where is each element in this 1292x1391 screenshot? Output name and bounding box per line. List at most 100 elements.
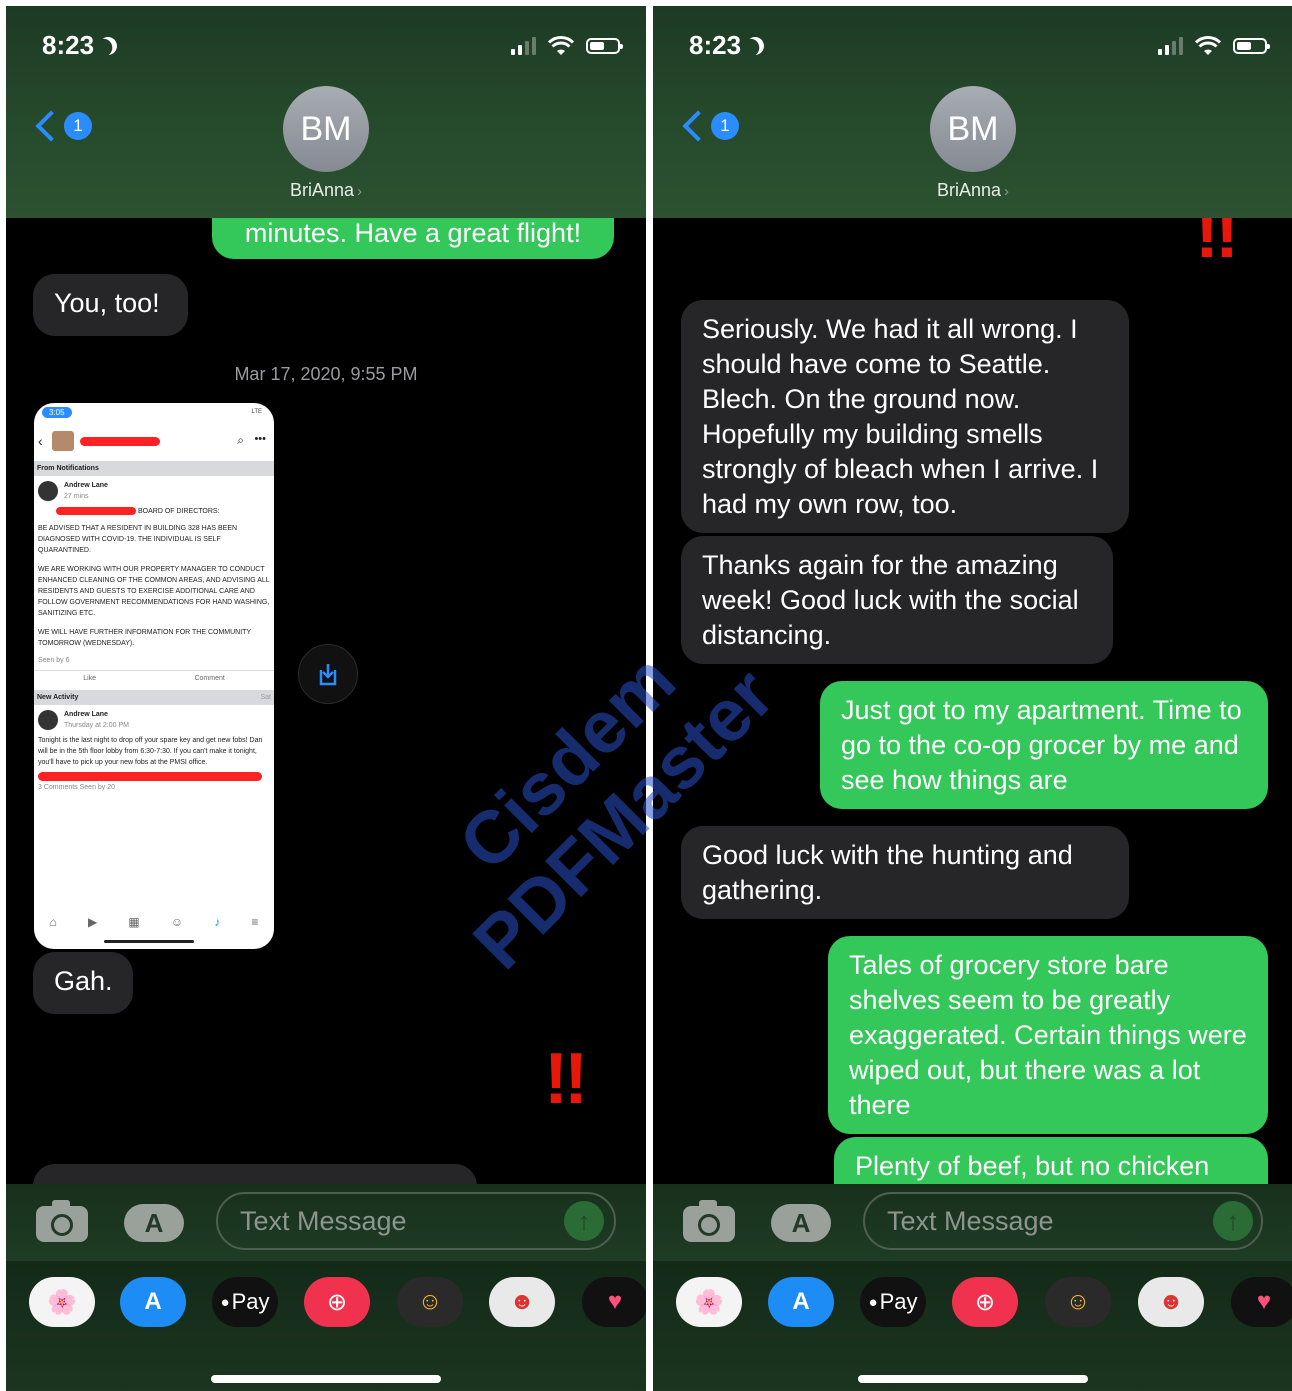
marketplace-icon: ▦ [128,915,140,929]
post-author: Andrew Lane [64,482,108,489]
chevron-right-icon: › [357,183,363,200]
post: Andrew Lane Thursday at 2:00 PM Tonight i… [34,705,274,797]
chevron-left-icon [682,110,714,142]
like-label: Like [83,675,97,682]
message-input[interactable]: Text Message [216,1192,616,1250]
post-actions: Like Comment [34,670,274,686]
home-icon: ⌂ [49,915,57,929]
post-time: Thursday at 2:00 PM [64,722,129,729]
home-indicator [211,1375,441,1383]
battery-icon [1233,38,1270,54]
message-composer: A Text Message ↑ [653,1184,1292,1261]
post-author: Andrew Lane [64,711,108,718]
contact-name[interactable]: BriAnna › [6,180,646,201]
chevron-left-icon: ‹ [38,433,43,449]
back-button[interactable]: 1 [32,110,92,142]
message-composer: A Text Message ↑ [6,1184,646,1261]
send-button[interactable]: ↑ [564,1201,604,1241]
message-incoming[interactable]: You, too! [33,274,188,336]
redaction-mark [56,507,136,515]
app-store-icon[interactable]: A [768,1277,834,1327]
unread-badge: 1 [711,112,739,140]
section-header: From Notifications [34,461,274,476]
author-avatar [38,710,58,730]
battery-icon [586,38,623,54]
message-incoming[interactable]: Thanks again for the amazing week! Good … [681,536,1113,664]
app-drawer: 🌸 A ● Pay ⊕ ☺ ☻ ♥ [653,1261,1292,1391]
post-paragraph: Tonight is the last night to drop off yo… [38,737,263,766]
chevron-right-icon: › [1004,183,1010,200]
camera-icon[interactable] [683,1200,735,1242]
menu-icon: ≡ [251,915,259,929]
search-icon: ⌕ [237,433,244,447]
redaction-mark [80,437,160,446]
status-time: 8:23 [42,30,117,61]
status-time: 8:23 [689,30,764,61]
groups-icon: ☺ [170,915,184,929]
message-outgoing[interactable]: Just got to my apartment. Time to go to … [820,681,1268,809]
message-incoming[interactable]: Gah. [33,952,133,1014]
status-icons [511,36,623,56]
photos-app-icon[interactable]: 🌸 [676,1277,742,1327]
photos-app-icon[interactable]: 🌸 [29,1277,95,1327]
save-image-button[interactable] [298,644,358,704]
post-paragraph: BE ADVISED THAT A RESIDENT IN BUILDING 3… [38,525,238,554]
message-timestamp: Mar 17, 2020, 9:55 PM [234,364,418,384]
message-incoming[interactable]: Seriously. We had it all wrong. I should… [681,300,1129,533]
contact-name[interactable]: BriAnna › [653,180,1292,201]
shot-network: LTE [251,409,262,415]
web-search-icon[interactable]: ⊕ [304,1277,370,1327]
shot-time: 3:05 [42,407,72,418]
post: Andrew Lane 27 mins BOARD OF DIRECTORS: B… [34,476,274,670]
app-drawer: 🌸 A ● Pay ⊕ ☺ ☻ ♥ [6,1261,646,1391]
message-incoming[interactable]: Good luck with the hunting and gathering… [681,826,1129,919]
camera-icon[interactable] [36,1200,88,1242]
wifi-icon [1195,36,1221,56]
message-input[interactable]: Text Message [863,1192,1263,1250]
status-icons [1158,36,1270,56]
emphasis-reaction: !! [544,1039,588,1119]
image-attachment[interactable]: 3:05 LTE ‹ ⌕ ••• From Notifications Andr… [34,403,274,949]
left-screenshot: 8:23 1 BM BriAnna › minutes. Have a great… [6,6,646,1391]
digital-touch-icon[interactable]: ♥ [1231,1277,1292,1327]
author-avatar [38,481,58,501]
right-screenshot: 8:23 1 BM BriAnna › !! Seriously. We had … [653,6,1292,1391]
web-search-icon[interactable]: ⊕ [952,1277,1018,1327]
home-indicator [858,1375,1088,1383]
app-store-icon[interactable]: A [124,1204,184,1242]
redaction-mark [38,772,262,781]
fb-tab-bar: ⌂ ▶ ▦ ☺ ♪ ≡ [34,915,274,929]
section-header: New Activity Sat [34,690,274,705]
more-icon: ••• [254,433,266,445]
apple-pay-icon[interactable]: ● Pay [860,1277,926,1327]
digital-touch-icon[interactable]: ♥ [582,1277,646,1327]
conversation-header: 8:23 1 BM BriAnna › [6,6,646,218]
seen-count: Seen by 6 [38,657,70,664]
conversation-header: 8:23 1 BM BriAnna › [653,6,1292,218]
message-outgoing[interactable]: Tales of grocery store bare shelves seem… [828,936,1268,1134]
group-avatar [52,431,74,451]
post-footer: 3 Comments Seen by 20 [38,784,116,791]
download-icon [319,664,337,686]
app-store-icon[interactable]: A [120,1277,186,1327]
post-line: BOARD OF DIRECTORS: [138,508,220,515]
app-store-icon[interactable]: A [771,1204,831,1242]
animoji-icon[interactable]: ☻ [1138,1277,1204,1327]
moon-icon [744,34,767,57]
animoji-icon[interactable]: ☻ [489,1277,555,1327]
home-indicator [104,940,194,943]
apple-pay-icon[interactable]: ● Pay [212,1277,278,1327]
back-button[interactable]: 1 [679,110,739,142]
moon-icon [97,34,120,57]
video-icon: ▶ [87,915,98,929]
comment-label: Comment [194,675,225,682]
post-paragraph: WE WILL HAVE FURTHER INFORMATION FOR THE… [38,629,251,647]
post-time: 27 mins [64,493,89,500]
send-button[interactable]: ↑ [1213,1201,1253,1241]
memoji-icon[interactable]: ☺ [397,1277,463,1327]
post-paragraph: WE ARE WORKING WITH OUR PROPERTY MANAGER… [38,566,270,617]
contact-avatar[interactable]: BM [930,86,1016,172]
signal-icon [1158,37,1183,55]
contact-avatar[interactable]: BM [283,86,369,172]
memoji-icon[interactable]: ☺ [1045,1277,1111,1327]
